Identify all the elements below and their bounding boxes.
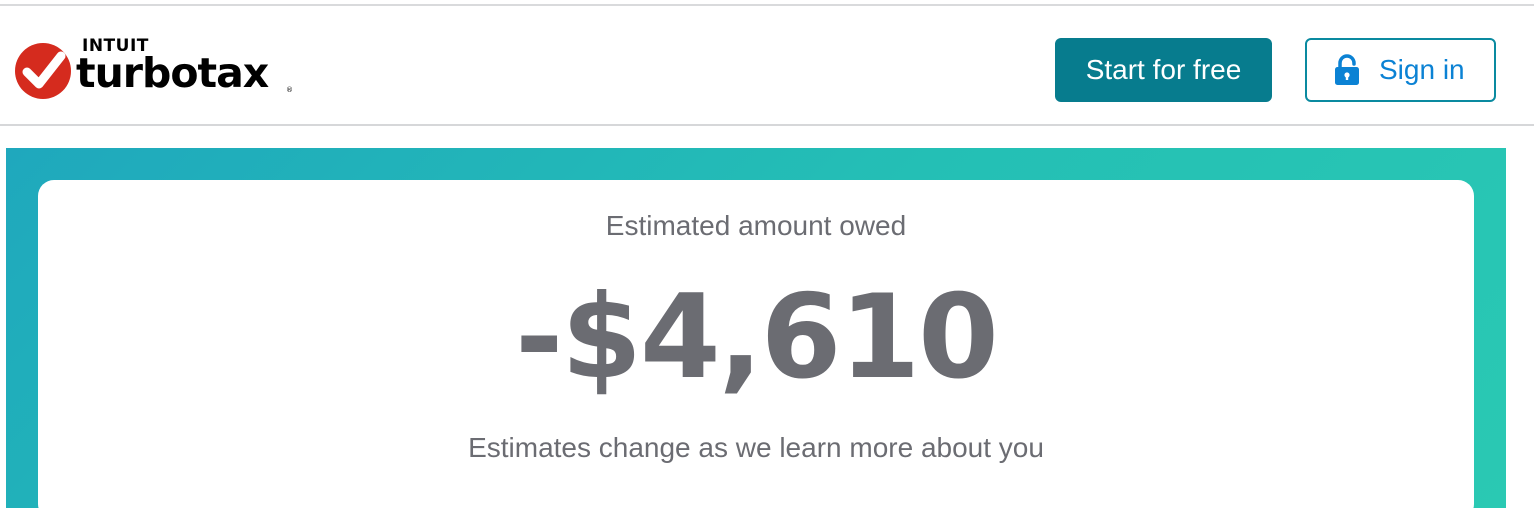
lock-icon [1335, 54, 1359, 85]
turbotax-logo[interactable]: INTUIT turbotax ® [14, 36, 304, 102]
start-for-free-button[interactable]: Start for free [1055, 38, 1272, 102]
sign-in-button[interactable]: Sign in [1305, 38, 1496, 102]
estimate-note: Estimates change as we learn more about … [468, 432, 1044, 463]
trademark-mark: ® [286, 86, 293, 94]
estimated-amount: -$4,610 [515, 270, 999, 405]
checkmark-logo-icon [15, 43, 71, 99]
header-divider [0, 124, 1534, 126]
turbotax-wordmark: turbotax [76, 49, 269, 97]
site-header: INTUIT turbotax ® Start for free Sign in [0, 6, 1534, 124]
sign-in-label: Sign in [1379, 54, 1465, 85]
estimate-label: Estimated amount owed [605, 210, 907, 241]
estimate-card: Estimated amount owed -$4,610 Estimates … [38, 180, 1474, 520]
